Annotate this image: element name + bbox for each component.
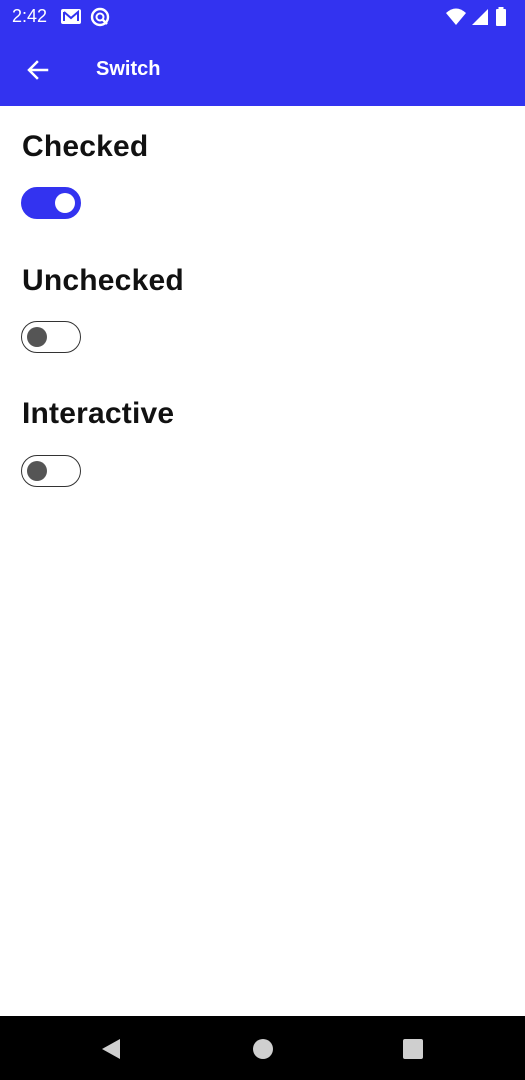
status-bar: 2:42: [0, 0, 525, 34]
arrow-left-icon: [27, 60, 49, 80]
switch-thumb: [27, 327, 47, 347]
battery-icon: [496, 7, 506, 26]
back-triangle-icon: [102, 1039, 120, 1059]
switch-checked[interactable]: [21, 187, 81, 219]
page-title: Switch: [96, 58, 161, 80]
switch-unchecked[interactable]: [21, 321, 81, 353]
switch-thumb: [27, 461, 47, 481]
status-time: 2:42: [12, 6, 48, 26]
section-title-checked: Checked: [22, 130, 149, 163]
section-title-unchecked: Unchecked: [22, 264, 184, 297]
status-icons-right: [435, 7, 515, 27]
sync-icon: [90, 7, 110, 27]
signal-icon: [472, 9, 488, 25]
wifi-icon: [446, 8, 466, 25]
section-title-interactive: Interactive: [22, 397, 175, 430]
back-button[interactable]: [18, 50, 58, 90]
nav-back-button[interactable]: [98, 1036, 124, 1062]
recents-square-icon: [403, 1039, 423, 1059]
nav-home-button[interactable]: [250, 1036, 276, 1062]
mail-icon: [61, 9, 81, 24]
system-nav-bar: [0, 1016, 525, 1080]
switch-interactive[interactable]: [21, 455, 81, 487]
app-bar: Switch: [0, 34, 525, 106]
home-circle-icon: [253, 1039, 273, 1059]
switch-thumb: [55, 193, 75, 213]
nav-recents-button[interactable]: [400, 1036, 426, 1062]
